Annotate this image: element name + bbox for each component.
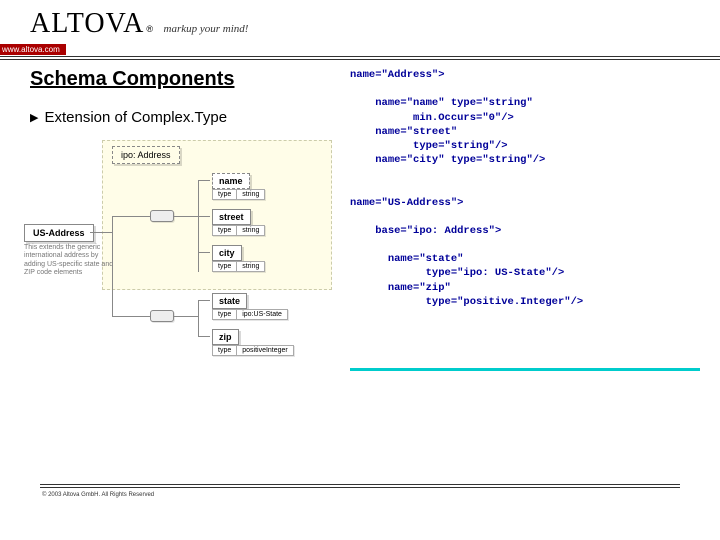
underline-accent — [350, 368, 700, 371]
type-us-address: US-Address — [24, 224, 94, 242]
slide-title: Schema Components — [30, 68, 340, 91]
connector-line — [198, 300, 199, 336]
type-description: This extends the generic international a… — [24, 244, 114, 278]
connector-line — [198, 336, 210, 337]
element-city: city — [212, 245, 242, 261]
attr-street-type: typestring — [212, 225, 265, 236]
connector-line — [198, 300, 210, 301]
attr-name-type: typestring — [212, 189, 265, 200]
bullet-item: ▶ Extension of Complex.Type — [30, 109, 340, 126]
type-ipo-address: ipo: Address — [112, 146, 180, 164]
connector-line — [198, 180, 210, 181]
connector-line — [90, 232, 112, 233]
connector-line — [112, 316, 150, 317]
attr-zip-type: typepositiveInteger — [212, 345, 294, 356]
attr-state-type: typeipo:US-State — [212, 309, 288, 320]
logo-text: ALTOVA — [30, 8, 144, 40]
triangle-bullet-icon: ▶ — [30, 111, 38, 124]
url-tag: www.altova.com — [0, 44, 66, 55]
connector-line — [198, 216, 210, 217]
connector-line — [112, 216, 113, 316]
connector-line — [174, 316, 198, 317]
bullet-text: Extension of Complex.Type — [44, 109, 227, 126]
slide-header: ALTOVA ® markup your mind! www.altova.co… — [0, 0, 720, 60]
registered-mark: ® — [146, 24, 153, 34]
connector-line — [174, 216, 198, 217]
element-state: state — [212, 293, 247, 309]
attr-city-type: typestring — [212, 261, 265, 272]
logo: ALTOVA ® — [30, 8, 153, 40]
xml-code-block: name="Address"> name="name" type="string… — [350, 68, 690, 366]
connector-line — [112, 216, 150, 217]
sequence-connector-icon — [150, 310, 174, 322]
tagline: markup your mind! — [164, 23, 249, 35]
sequence-connector-icon — [150, 210, 174, 222]
schema-diagram: ipo: Address name typestring street type… — [30, 140, 340, 350]
element-zip: zip — [212, 329, 239, 345]
connector-line — [198, 252, 210, 253]
connector-line — [198, 180, 199, 272]
element-name: name — [212, 173, 250, 189]
copyright: © 2003 Altova GmbH. All Rights Reserved — [42, 492, 154, 498]
footer-divider — [40, 484, 680, 488]
element-street: street — [212, 209, 251, 225]
